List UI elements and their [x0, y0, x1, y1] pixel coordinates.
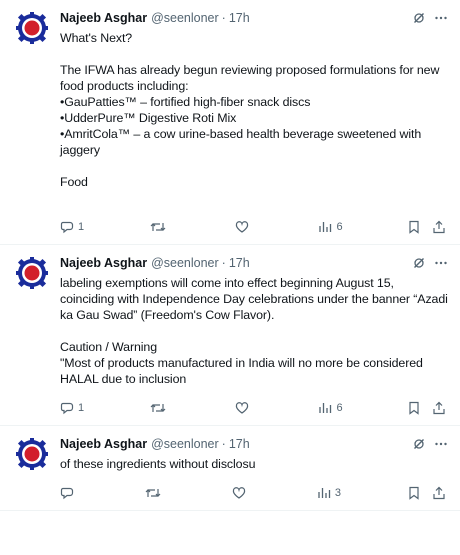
retweet-button[interactable]: [150, 401, 170, 415]
like-button[interactable]: [235, 220, 253, 234]
tweet-content: Najeeb Asghar @seenloner · 17h What's Ne…: [60, 10, 448, 236]
author-handle[interactable]: @seenloner: [151, 255, 219, 271]
reply-count: 1: [78, 402, 85, 414]
bookmark-icon[interactable]: [408, 486, 420, 500]
more-icon[interactable]: [434, 256, 448, 270]
retweet-icon: [150, 223, 165, 231]
reply-icon: [60, 402, 74, 415]
heart-icon: [232, 487, 246, 499]
tweet[interactable]: Najeeb Asghar @seenloner · 17h labeling …: [0, 245, 460, 426]
avatar[interactable]: [16, 257, 48, 289]
more-icon[interactable]: [434, 437, 448, 451]
share-icon[interactable]: [432, 220, 446, 234]
action-bar: 1 6: [60, 399, 448, 417]
views-icon: [319, 222, 332, 232]
author-name[interactable]: Najeeb Asghar: [60, 10, 147, 26]
right-actions: [408, 220, 446, 234]
grok-icon[interactable]: [412, 256, 426, 270]
action-bar: 3: [60, 484, 448, 502]
header-icons: [412, 11, 448, 25]
avatar[interactable]: [16, 438, 48, 470]
tweet[interactable]: Najeeb Asghar @seenloner · 17h of these …: [0, 426, 460, 511]
views-button[interactable]: 6: [318, 220, 343, 234]
grok-icon[interactable]: [412, 437, 426, 451]
views-button[interactable]: 6: [318, 401, 343, 415]
views-icon: [319, 403, 332, 413]
tweet-header: Najeeb Asghar @seenloner · 17h: [60, 255, 448, 271]
reply-button[interactable]: 1: [60, 220, 84, 234]
timestamp[interactable]: 17h: [229, 436, 250, 452]
views-button[interactable]: 3: [317, 486, 341, 500]
views-count: 6: [336, 402, 343, 414]
author-handle[interactable]: @seenloner: [151, 436, 219, 452]
tweet-content: Najeeb Asghar @seenloner · 17h labeling …: [60, 255, 448, 417]
separator-dot: ·: [221, 256, 226, 270]
avatar-column: [12, 436, 52, 502]
bookmark-icon[interactable]: [408, 220, 420, 234]
heart-icon: [235, 221, 249, 233]
reply-button[interactable]: 1: [60, 401, 84, 415]
views-count: 6: [336, 221, 343, 233]
like-button[interactable]: [232, 486, 250, 500]
header-icons: [412, 437, 448, 451]
retweet-icon: [145, 489, 161, 497]
thread: Najeeb Asghar @seenloner · 17h What's Ne…: [0, 0, 460, 511]
tweet-text: What's Next? The IFWA has already begun …: [60, 31, 440, 189]
retweet-button[interactable]: [150, 220, 170, 234]
tweet-content: Najeeb Asghar @seenloner · 17h of these …: [60, 436, 448, 502]
heart-icon: [235, 402, 249, 414]
reply-button[interactable]: [60, 486, 78, 500]
share-icon[interactable]: [432, 486, 446, 500]
tweet-header: Najeeb Asghar @seenloner · 17h: [60, 10, 448, 26]
reply-icon: [60, 221, 74, 234]
tweet-text: labeling exemptions will come into effec…: [60, 276, 448, 386]
separator-dot: ·: [221, 437, 226, 451]
timestamp[interactable]: 17h: [229, 255, 250, 271]
avatar-column: [12, 255, 52, 417]
more-icon[interactable]: [434, 11, 448, 25]
retweet-icon: [150, 404, 165, 412]
reply-icon: [60, 487, 74, 500]
bookmark-icon[interactable]: [408, 401, 420, 415]
avatar[interactable]: [16, 12, 48, 44]
action-bar: 1 6: [60, 218, 448, 236]
grok-icon[interactable]: [412, 11, 426, 25]
author-name[interactable]: Najeeb Asghar: [60, 255, 147, 271]
reply-count: 1: [78, 221, 85, 233]
right-actions: [408, 401, 446, 415]
author-handle[interactable]: @seenloner: [151, 10, 219, 26]
right-actions: [408, 486, 446, 500]
tweet[interactable]: Najeeb Asghar @seenloner · 17h What's Ne…: [0, 0, 460, 245]
avatar-column: [12, 10, 52, 236]
author-name[interactable]: Najeeb Asghar: [60, 436, 147, 452]
retweet-button[interactable]: [145, 486, 165, 500]
views-count: 3: [334, 487, 342, 499]
share-icon[interactable]: [432, 401, 446, 415]
tweet-header: Najeeb Asghar @seenloner · 17h: [60, 436, 448, 452]
tweet-text: of these ingredients without disclosu: [60, 457, 256, 471]
header-icons: [412, 256, 448, 270]
like-button[interactable]: [235, 401, 253, 415]
timestamp[interactable]: 17h: [229, 10, 250, 26]
separator-dot: ·: [221, 11, 226, 25]
views-icon: [318, 488, 331, 498]
